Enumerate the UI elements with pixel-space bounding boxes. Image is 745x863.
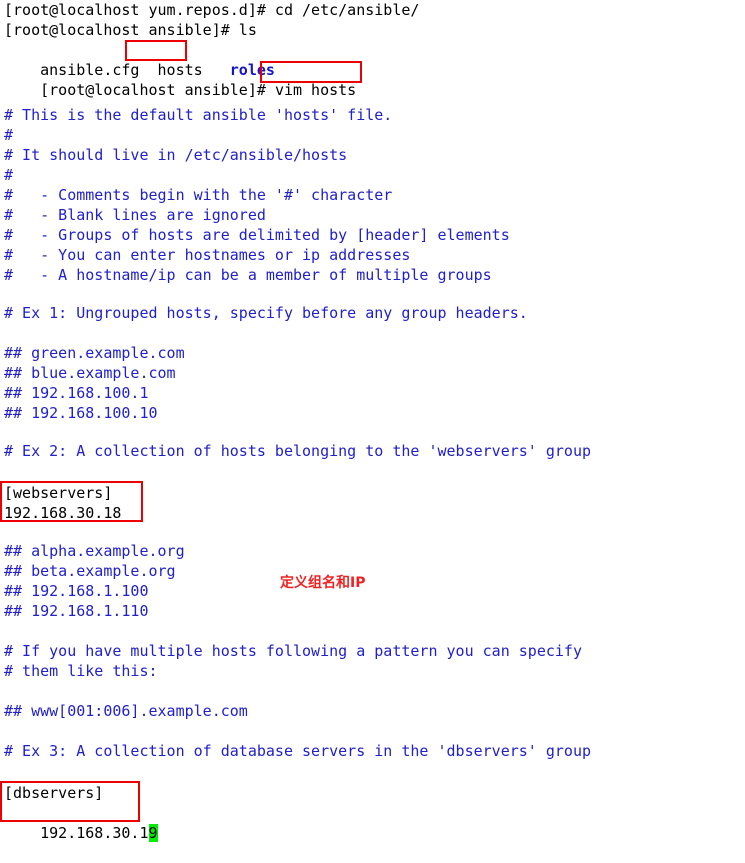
file-line-23: ## alpha.example.org [4, 542, 185, 560]
file-line-dbservers-host: 192.168.30.19 [4, 803, 158, 842]
file-line-15: ## 192.168.100.1 [4, 384, 149, 402]
file-line-29: # them like this: [4, 662, 158, 680]
file-line-4: # [4, 166, 14, 184]
annotation-define-group-and-ip: 定义组名和IP [280, 575, 366, 591]
ls-output-row: ansible.cfg hosts roles [4, 40, 275, 79]
file-line-9: # - A hostname/ip can be a member of mul… [4, 266, 492, 284]
file-line-28: # If you have multiple hosts following a… [4, 642, 582, 660]
file-line-dbservers-header: [dbservers] [4, 784, 104, 802]
file-line-18: # Ex 2: A collection of hosts belonging … [4, 442, 591, 460]
file-line-webservers-host: 192.168.30.18 [4, 504, 122, 522]
terminal-screen: [root@localhost yum.repos.d]# cd /etc/an… [0, 0, 745, 842]
file-line-webservers-header: [webservers] [4, 484, 113, 502]
file-line-25: ## 192.168.1.100 [4, 582, 149, 600]
file-line-8: # - You can enter hostnames or ip addres… [4, 246, 411, 264]
file-line-16: ## 192.168.100.10 [4, 404, 158, 422]
shell-command-vim-hosts: vim hosts [274, 81, 357, 99]
file-line-6: # - Blank lines are ignored [4, 206, 266, 224]
file-line-5: # - Comments begin with the '#' characte… [4, 186, 393, 204]
file-line-26: ## 192.168.1.110 [4, 602, 149, 620]
file-line-1: # This is the default ansible 'hosts' fi… [4, 106, 393, 124]
shell-line-cd: [root@localhost yum.repos.d]# cd /etc/an… [4, 1, 420, 19]
file-line-13: ## green.example.com [4, 344, 185, 362]
file-line-7: # - Groups of hosts are delimited by [he… [4, 226, 510, 244]
shell-line-ls: [root@localhost ansible]# ls [4, 21, 257, 39]
file-line-24: ## beta.example.org [4, 562, 176, 580]
file-line-11: # Ex 1: Ungrouped hosts, specify before … [4, 304, 528, 322]
file-line-2: # [4, 126, 14, 144]
file-line-31: ## www[001:006].example.com [4, 702, 248, 720]
file-line-14: ## blue.example.com [4, 364, 176, 382]
shell-line-vim: [root@localhost ansible]# vim hosts [4, 60, 356, 99]
file-line-33: # Ex 3: A collection of database servers… [4, 742, 591, 760]
shell-prompt: [root@localhost ansible]# [40, 81, 275, 99]
file-line-3: # It should live in /etc/ansible/hosts [4, 146, 348, 164]
